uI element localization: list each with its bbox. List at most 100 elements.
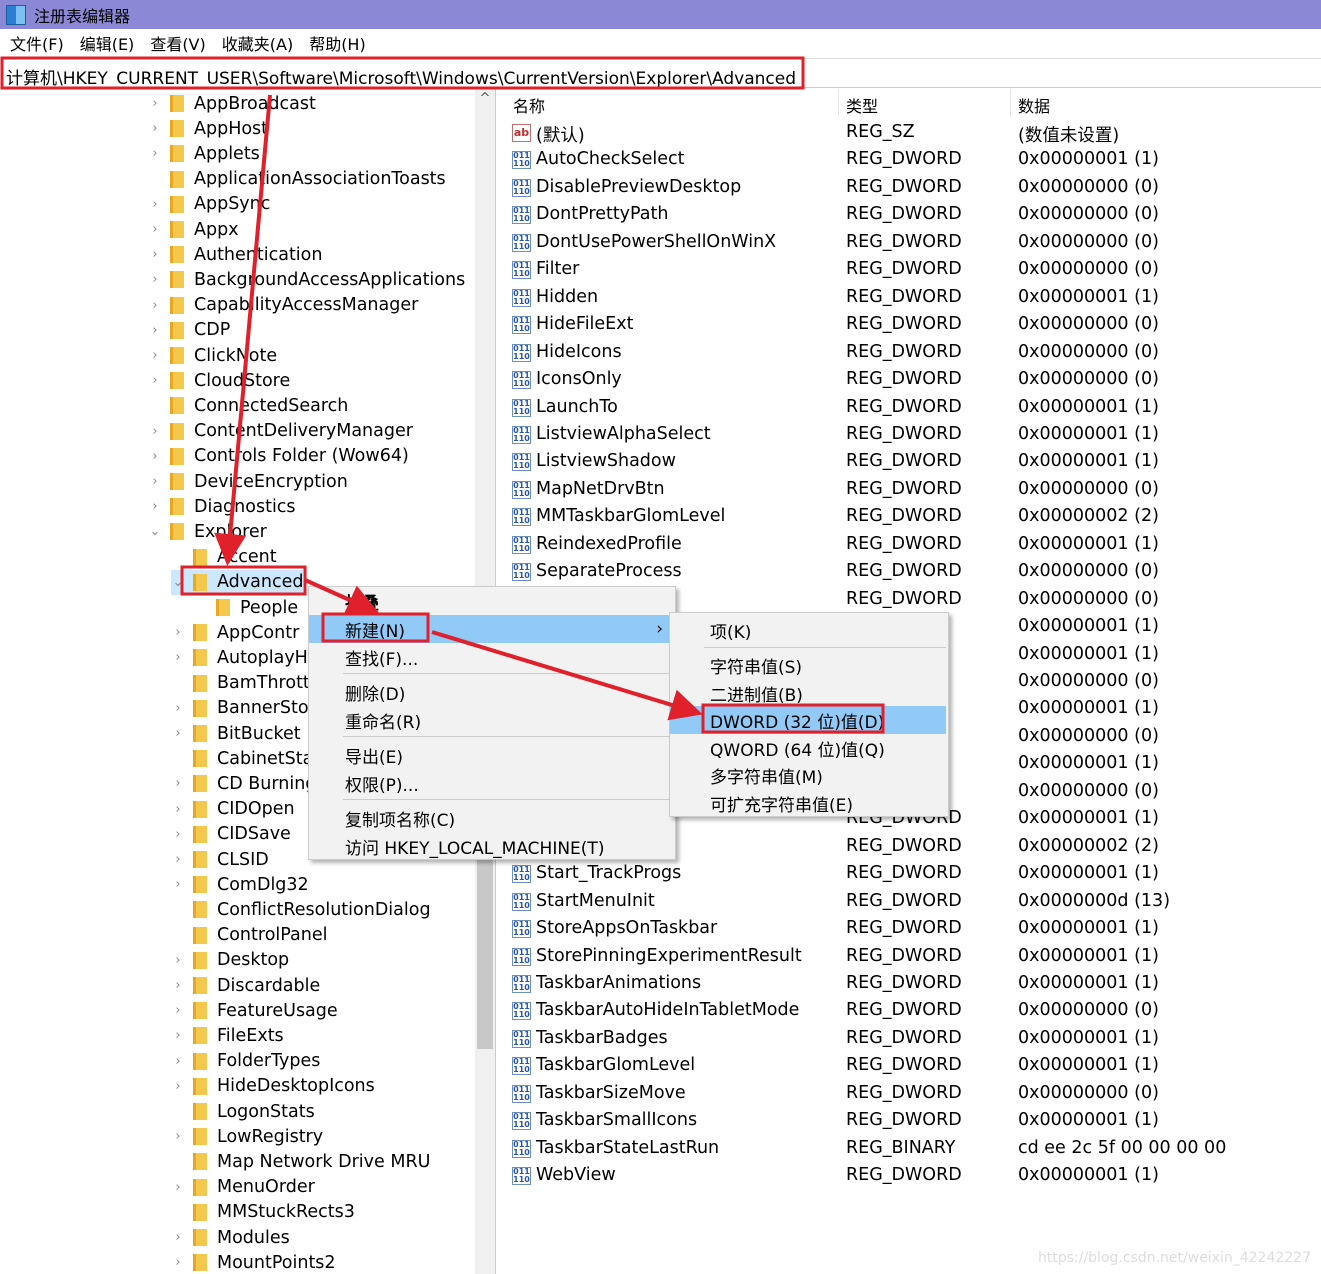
tree-item[interactable]: › Controls Folder (Wow64) <box>148 444 408 469</box>
value-row[interactable]: 011 110 Hidden REG_DWORD 0x00000001 (1) <box>505 285 1321 312</box>
value-row[interactable]: 011 110 HideFileExt REG_DWORD 0x00000000 (0) <box>505 312 1321 339</box>
chevron-right-icon[interactable]: › <box>171 877 185 892</box>
scrollbar-thumb[interactable] <box>477 829 493 1049</box>
value-row[interactable]: 011 110 DontPrettyPath REG_DWORD 0x00000000 … <box>505 202 1321 229</box>
column-data[interactable]: 数据 <box>1018 93 1050 117</box>
chevron-right-icon[interactable]: › <box>171 1028 185 1043</box>
chevron-right-icon[interactable]: › <box>171 852 185 867</box>
tree-item[interactable]: ConnectedSearch <box>148 393 348 418</box>
tree-item[interactable]: › ClickNote <box>148 343 277 368</box>
tree-item[interactable]: › CIDOpen <box>171 797 294 822</box>
value-row[interactable]: 011 110 ReindexedProfile REG_DWORD 0x0000000… <box>505 532 1321 559</box>
value-row[interactable]: 011 110 WebView REG_DWORD 0x00000001 (1) <box>505 1163 1321 1190</box>
tree-item[interactable]: › Desktop <box>171 948 289 973</box>
column-divider[interactable] <box>1010 89 1011 117</box>
chevron-right-icon[interactable]: › <box>148 474 162 489</box>
chevron-right-icon[interactable]: › <box>148 499 162 514</box>
menu-item-rename[interactable]: 重命名(R) <box>309 706 421 734</box>
chevron-right-icon[interactable]: › <box>148 96 162 111</box>
tree-item[interactable]: › MenuOrder <box>171 1175 314 1200</box>
tree-item[interactable]: › Applets <box>148 141 259 166</box>
menu-item-collapse[interactable]: 折叠 <box>309 587 379 615</box>
chevron-right-icon[interactable]: › <box>171 1054 185 1069</box>
value-row[interactable]: 011 110 TaskbarAnimations REG_DWORD 0x000000… <box>505 971 1321 998</box>
menu-view[interactable]: 查看(V) <box>150 31 205 55</box>
column-type[interactable]: 类型 <box>846 93 878 117</box>
menu-item-new[interactable]: 新建(N) › <box>309 615 675 643</box>
chevron-right-icon[interactable]: › <box>171 1003 185 1018</box>
address-bar[interactable]: 计算机\HKEY_CURRENT_USER\Software\Microsoft… <box>0 58 1321 89</box>
chevron-right-icon[interactable]: › <box>148 373 162 388</box>
tree-item[interactable]: › CapabilityAccessManager <box>148 293 418 318</box>
menu-item-export[interactable]: 导出(E) <box>309 741 403 769</box>
menu-item-copy-key-name[interactable]: 复制项名称(C) <box>309 804 455 832</box>
tree-item[interactable]: ⌄ Advanced <box>171 569 304 595</box>
tree-item[interactable]: CabinetSta <box>171 746 313 771</box>
tree-item[interactable]: Map Network Drive MRU <box>171 1149 430 1174</box>
chevron-right-icon[interactable]: › <box>171 701 185 716</box>
value-row[interactable]: 011 110 Start_TrackProgs REG_DWORD 0x0000000… <box>505 861 1321 888</box>
tree-item[interactable]: › Diagnostics <box>148 494 295 519</box>
chevron-right-icon[interactable]: › <box>148 146 162 161</box>
tree-item[interactable]: › Modules <box>171 1225 289 1250</box>
value-row[interactable]: 011 110 DisablePreviewDesktop REG_DWORD 0x00… <box>505 175 1321 202</box>
scroll-up-icon[interactable]: ^ <box>475 91 495 106</box>
chevron-right-icon[interactable]: › <box>171 1230 185 1245</box>
value-row[interactable]: 011 110 LaunchTo REG_DWORD 0x00000001 (1) <box>505 395 1321 422</box>
value-row[interactable]: ab (默认) REG_SZ (数值未设置) <box>505 120 1321 147</box>
chevron-right-icon[interactable]: › <box>148 272 162 287</box>
value-row[interactable]: 011 110 TaskbarSizeMove REG_DWORD 0x00000000… <box>505 1081 1321 1108</box>
chevron-right-icon[interactable]: › <box>148 449 162 464</box>
submenu-item-dword[interactable]: DWORD (32 位)值(D) <box>670 706 946 734</box>
chevron-right-icon[interactable]: › <box>171 978 185 993</box>
chevron-right-icon[interactable]: › <box>171 625 185 640</box>
tree-item[interactable]: › AppHost <box>148 116 268 141</box>
tree-item[interactable]: › CLSID <box>171 847 268 872</box>
value-row[interactable]: 011 110 TaskbarAutoHideInTabletMode REG_DWO… <box>505 998 1321 1025</box>
tree-item[interactable]: › HideDesktopIcons <box>171 1074 374 1099</box>
tree-item[interactable]: › AppSync <box>148 192 270 217</box>
menu-item-permissions[interactable]: 权限(P)... <box>309 769 419 797</box>
tree-item[interactable]: › CIDSave <box>171 822 290 847</box>
value-row[interactable]: 011 110 TaskbarGlomLevel REG_DWORD 0x0000000… <box>505 1053 1321 1080</box>
value-row[interactable]: 011 110 TaskbarBadges REG_DWORD 0x00000001 (… <box>505 1026 1321 1053</box>
tree-item[interactable]: ⌄ Explorer <box>148 519 267 544</box>
submenu-item-binary[interactable]: 二进制值(B) <box>670 679 803 707</box>
value-row[interactable]: 011 110 TaskbarStateLastRun REG_BINARY cd ee… <box>505 1136 1321 1163</box>
value-row[interactable]: 011 110 Filter REG_DWORD 0x00000000 (0) <box>505 257 1321 284</box>
tree-item[interactable]: › CloudStore <box>148 368 290 393</box>
chevron-right-icon[interactable]: › <box>171 726 185 741</box>
tree-item[interactable]: › Authentication <box>148 242 322 267</box>
chevron-right-icon[interactable]: › <box>171 802 185 817</box>
tree-item[interactable]: › CDP <box>148 318 230 343</box>
tree-item[interactable]: › ContentDeliveryManager <box>148 419 413 444</box>
tree-item[interactable]: › LowRegistry <box>171 1124 323 1149</box>
value-row[interactable]: 011 110 TaskbarSmallIcons REG_DWORD 0x000000… <box>505 1108 1321 1135</box>
tree-item[interactable]: › AppContr <box>171 620 299 645</box>
column-name[interactable]: 名称 <box>513 93 545 117</box>
chevron-right-icon[interactable]: › <box>171 827 185 842</box>
chevron-right-icon[interactable]: › <box>148 348 162 363</box>
menu-file[interactable]: 文件(F) <box>10 31 64 55</box>
column-divider[interactable] <box>838 89 839 117</box>
value-row[interactable]: 011 110 StartMenuInit REG_DWORD 0x0000000d (… <box>505 889 1321 916</box>
tree-item[interactable]: ConflictResolutionDialog <box>171 897 431 922</box>
value-row[interactable]: 011 110 DontUsePowerShellOnWinX REG_DWORD 0x… <box>505 230 1321 257</box>
submenu-item-key[interactable]: 项(K) <box>670 616 751 644</box>
value-row[interactable]: 011 110 MapNetDrvBtn REG_DWORD 0x00000000 (0… <box>505 477 1321 504</box>
chevron-right-icon[interactable]: › <box>148 247 162 262</box>
submenu-item-string[interactable]: 字符串值(S) <box>670 651 802 679</box>
chevron-right-icon[interactable]: › <box>171 650 185 665</box>
tree-item[interactable]: › Discardable <box>171 973 320 998</box>
chevron-right-icon[interactable]: › <box>148 121 162 136</box>
chevron-right-icon[interactable]: › <box>171 776 185 791</box>
chevron-right-icon[interactable]: › <box>171 953 185 968</box>
tree-item[interactable]: › CD Burning <box>171 771 316 796</box>
chevron-right-icon[interactable]: › <box>171 1180 185 1195</box>
menu-item-goto-hklm[interactable]: 访问 HKEY_LOCAL_MACHINE(T) <box>309 832 604 860</box>
tree-item[interactable]: BamThrott <box>171 671 310 696</box>
tree-item[interactable]: MMStuckRects3 <box>171 1200 355 1225</box>
menu-item-delete[interactable]: 删除(D) <box>309 678 405 706</box>
tree-item[interactable]: LogonStats <box>171 1099 315 1124</box>
tree-item[interactable]: › BackgroundAccessApplications <box>148 267 465 292</box>
